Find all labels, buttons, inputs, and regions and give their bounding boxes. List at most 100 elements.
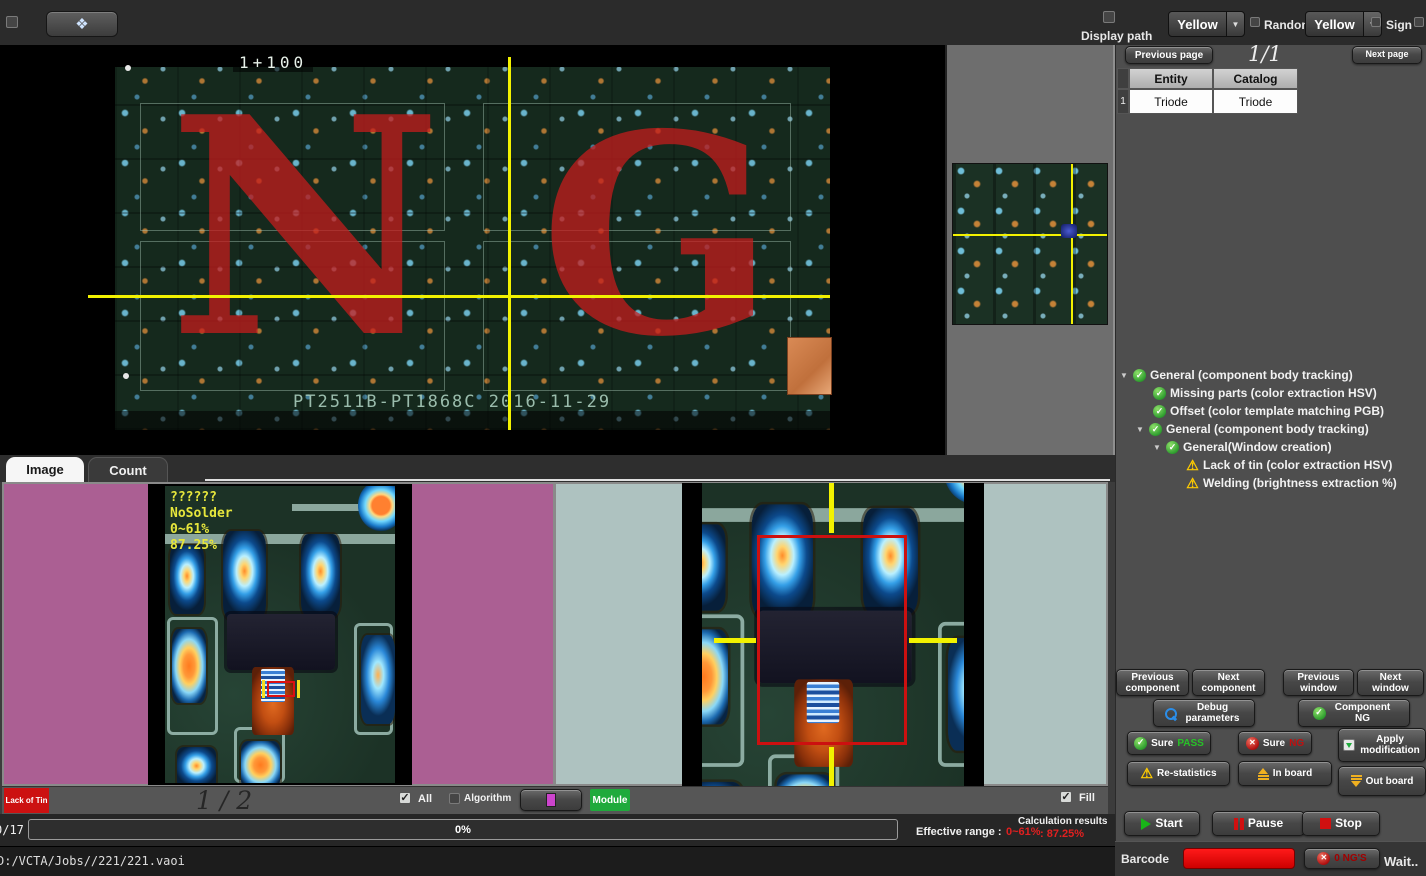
crosshair-tick-right [909,638,957,643]
solder-pad [777,774,833,786]
inspection-window-rect [757,535,907,745]
tree-item-label: General (component body tracking) [1150,368,1353,382]
sign-checkbox[interactable] [1371,17,1381,27]
table-header-catalog[interactable]: Catalog [1213,68,1298,89]
eject-up-icon [1258,768,1269,780]
component-ng-label: Component NG [1330,702,1396,724]
solder-pad [702,630,728,725]
main-board-viewport[interactable]: 1+100 PT2511B-PT1868C 2016-11-29 N G [0,45,945,455]
in-board-button[interactable]: In board [1238,761,1332,786]
previous-page-label: Previous page [1135,50,1203,61]
effective-range-label: Effective range : [916,826,1002,838]
component-ng-button[interactable]: ✓ Component NG [1298,699,1410,727]
edge-checkbox[interactable] [1414,17,1424,27]
swatch-icon [546,793,556,807]
all-checkbox[interactable]: ✓ [399,792,411,804]
tree-item-label: Lack of tin (color extraction HSV) [1203,458,1392,472]
solder-pad [172,629,207,703]
sign-label: Sign [1386,18,1412,32]
solder-pad [948,638,964,752]
next-component-label: Next component [1195,672,1262,694]
algorithm-checkbox[interactable] [449,793,460,804]
expander-icon[interactable]: ▼ [1153,443,1162,452]
next-window-button[interactable]: Next window [1357,669,1424,696]
copper-pad [787,337,832,395]
sure-pass-button[interactable]: ✓ Sure PASS [1127,731,1211,755]
x-icon: ✕ [1317,852,1330,865]
table-cell-entity[interactable]: Triode [1129,89,1213,114]
center-solder-pad [252,667,293,735]
previous-component-label: Previous component [1119,672,1186,694]
in-board-label: In board [1273,768,1312,779]
module-tag: Module [590,789,630,811]
color-select-1[interactable]: Yellow ▼ [1168,11,1245,37]
re-statistics-button[interactable]: ⚠ Re-statistics [1127,761,1230,786]
defect-page-indicator: 1 / 2 [196,786,252,815]
out-board-button[interactable]: Out board [1338,766,1426,796]
expander-icon[interactable]: ▼ [1136,425,1145,434]
color-select-2-value: Yellow [1306,17,1363,32]
next-component-button[interactable]: Next component [1192,669,1265,696]
random-checkbox[interactable] [1250,17,1260,27]
calc-results-value: : 87.25% [1040,828,1084,840]
previous-page-button[interactable]: Previous page [1125,46,1213,64]
ng-count-button[interactable]: ✕ 0 NG'S [1304,848,1380,869]
tree-item-label: Welding (brightness extraction %) [1203,476,1397,490]
warning-icon: ⚠ [1186,459,1199,472]
tree-item[interactable]: ✓ Offset (color template matching PGB) [1153,402,1422,420]
table-header-entity[interactable]: Entity [1129,68,1213,89]
sure-ng-value: NG [1289,738,1304,749]
previous-component-button[interactable]: Previous component [1116,669,1189,696]
display-path-checkbox[interactable] [1103,11,1115,23]
all-label: All [418,793,432,805]
apply-modification-button[interactable]: Apply modification [1338,728,1426,762]
tab-image-label: Image [26,462,64,477]
table-cell-catalog[interactable]: Triode [1213,89,1298,114]
previous-window-button[interactable]: Previous window [1283,669,1354,696]
solder-pad [170,545,205,613]
tree-item[interactable]: ▼ ✓ General (component body tracking) [1120,366,1422,384]
color-swatch-button[interactable] [520,789,582,811]
tree-item[interactable]: ⚠ Lack of tin (color extraction HSV) [1186,456,1422,474]
check-icon: ✓ [1153,405,1166,418]
stop-button[interactable]: Stop [1302,811,1380,836]
board-thumbnail[interactable] [952,163,1108,325]
tree-item-label: Offset (color template matching PGB) [1170,404,1384,418]
barcode-label: Barcode [1121,852,1169,866]
defect-marker [262,680,300,698]
tree-item[interactable]: ✓ Missing parts (color extraction HSV) [1153,384,1422,402]
tab-image[interactable]: Image [6,457,84,482]
tree-item[interactable]: ▼ ✓ General (component body tracking) [1136,420,1422,438]
start-button[interactable]: Start [1124,811,1200,836]
tab-count[interactable]: Count [88,457,168,482]
check-icon: ✓ [1166,441,1179,454]
next-page-label: Next page [1365,50,1408,60]
tree-item[interactable]: ⚠ Welding (brightness extraction %) [1186,474,1422,492]
tree-item[interactable]: ▼ ✓ General(Window creation) [1153,438,1422,456]
solder-pad [301,534,340,617]
expander-icon[interactable]: ▼ [1120,371,1129,380]
fill-checkbox[interactable]: ✓ [1060,791,1072,803]
tree-item-label: General (component body tracking) [1166,422,1369,436]
re-statistics-label: Re-statistics [1157,768,1216,779]
defect-closeup-image[interactable]: ?????? NoSolder 0~61% 87.25% [148,484,412,785]
tree-item-label: Missing parts (color extraction HSV) [1170,386,1377,400]
chevron-down-icon[interactable]: ▼ [1226,12,1244,36]
pause-button[interactable]: Pause [1212,811,1305,836]
reference-closeup-image[interactable] [682,483,984,786]
next-window-label: Next window [1362,672,1419,694]
x-icon: ✕ [1246,737,1259,750]
thumb-crosshair-horizontal [953,234,1107,236]
thumb-component [1061,224,1077,238]
next-page-button[interactable]: Next page [1352,46,1422,64]
ng-count-value: 0 NG'S [1334,853,1366,864]
crosshair-vertical-line [508,57,511,430]
corner-checkbox[interactable] [6,16,18,28]
sure-ng-button[interactable]: ✕ Sure NG [1238,731,1312,755]
fit-view-button[interactable]: ❖ [46,11,118,37]
crosshair-tick-left [714,638,756,643]
debug-parameters-button[interactable]: Debug parameters [1153,699,1255,727]
barcode-input[interactable] [1183,848,1295,869]
fit-view-icon: ❖ [75,15,88,33]
crosshair-tick-bottom [829,747,834,786]
